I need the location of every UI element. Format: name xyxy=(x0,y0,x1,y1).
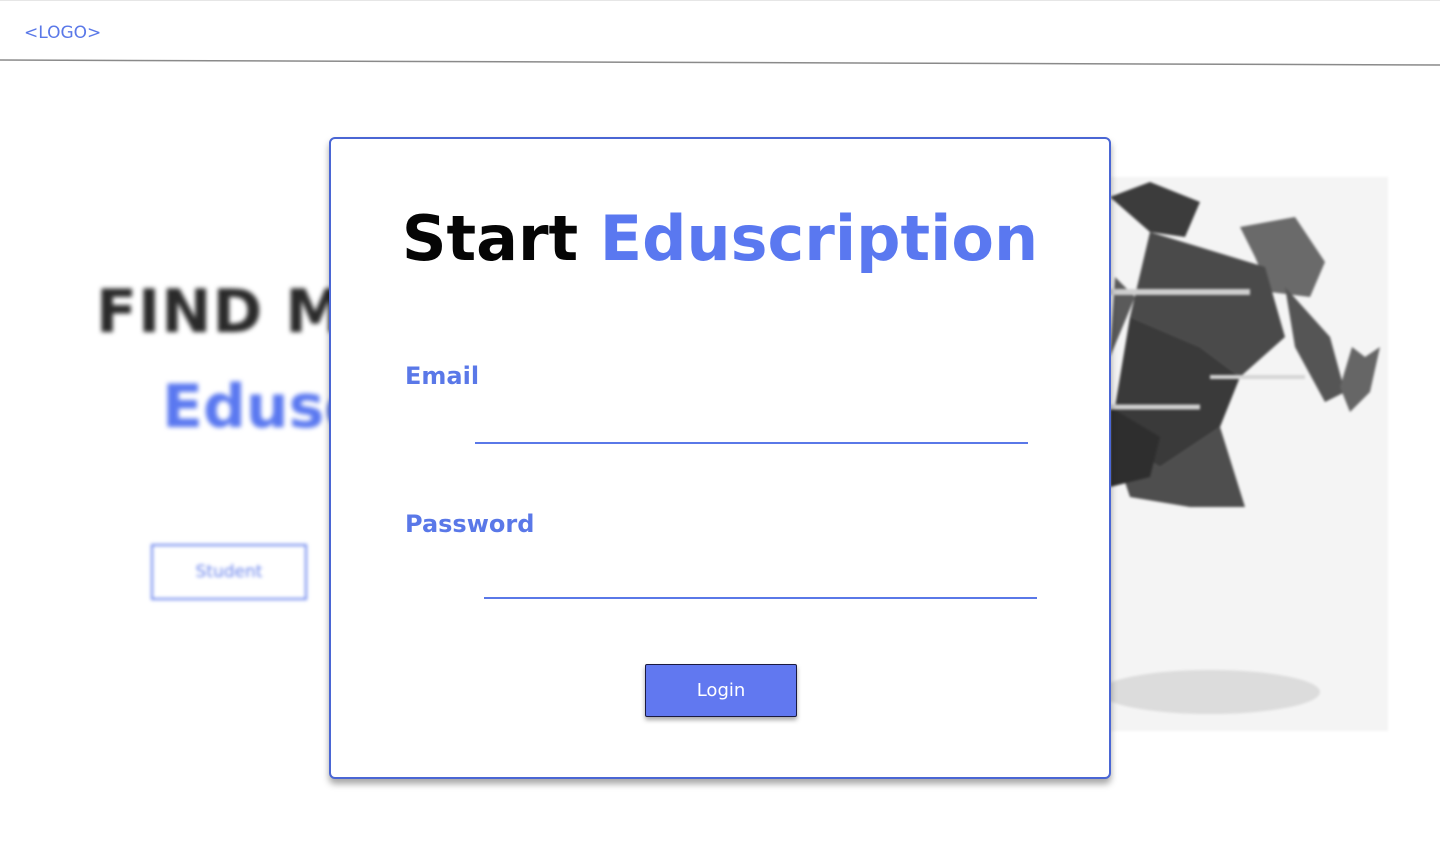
header-bar: <LOGO> xyxy=(0,0,1440,66)
password-label: Password xyxy=(405,510,535,538)
logo[interactable]: <LOGO> xyxy=(24,23,101,43)
password-field[interactable] xyxy=(484,565,1037,599)
modal-title: Start Eduscription xyxy=(331,201,1109,277)
login-button[interactable]: Login xyxy=(645,664,797,717)
email-label: Email xyxy=(405,362,480,390)
running-figure-icon xyxy=(1100,182,1380,714)
modal-title-brand: Eduscription xyxy=(599,202,1039,275)
email-field[interactable] xyxy=(475,410,1028,444)
modal-title-prefix: Start xyxy=(401,202,579,275)
running-figure-image xyxy=(1090,177,1388,731)
login-modal: Start Eduscription Email Password Login xyxy=(329,137,1111,779)
student-button[interactable]: Student xyxy=(151,544,307,600)
